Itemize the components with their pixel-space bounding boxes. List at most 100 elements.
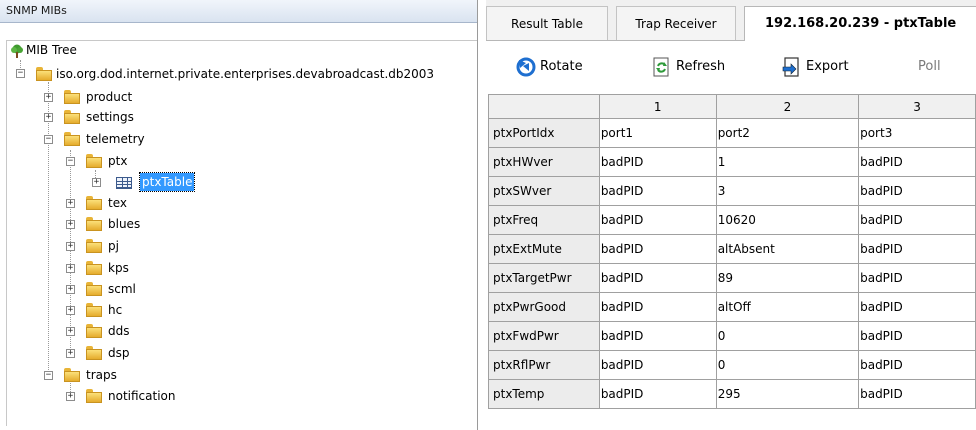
tree-node-dsp[interactable]: + dsp bbox=[0, 344, 300, 362]
table-cell[interactable]: 3 bbox=[715, 176, 860, 206]
tree-node-kps[interactable]: + kps bbox=[0, 259, 300, 277]
column-header[interactable]: 1 bbox=[598, 94, 717, 119]
table-cell[interactable]: badPID bbox=[598, 350, 717, 380]
table-cell[interactable]: badPID bbox=[858, 234, 976, 264]
export-button[interactable]: Export bbox=[782, 55, 872, 79]
row-header[interactable]: ptxPortIdx bbox=[488, 118, 600, 148]
tree-node-scml[interactable]: + scml bbox=[0, 280, 300, 298]
table-cell[interactable]: badPID bbox=[598, 263, 717, 293]
folder-icon bbox=[64, 110, 80, 124]
table-cell[interactable]: badPID bbox=[858, 176, 976, 206]
folder-icon bbox=[86, 282, 102, 296]
tree-node-blues[interactable]: + blues bbox=[0, 215, 300, 233]
table-row[interactable]: ptxFreq badPID 10620 badPID bbox=[488, 205, 976, 235]
folder-icon bbox=[64, 90, 80, 104]
rotate-button[interactable]: Rotate bbox=[516, 55, 606, 79]
table-row[interactable]: ptxFwdPwr badPID 0 badPID bbox=[488, 321, 976, 351]
tree-node-hc[interactable]: + hc bbox=[0, 301, 300, 319]
expand-icon[interactable]: + bbox=[66, 264, 75, 273]
tree-node-telemetry[interactable]: − telemetry bbox=[0, 130, 300, 148]
column-header[interactable]: 3 bbox=[858, 94, 976, 119]
expand-icon[interactable]: + bbox=[44, 93, 53, 102]
refresh-button[interactable]: Refresh bbox=[652, 55, 742, 79]
tree-node-traps[interactable]: − traps bbox=[0, 366, 300, 384]
table-row[interactable]: ptxSWver badPID 3 badPID bbox=[488, 176, 976, 206]
expand-icon[interactable]: + bbox=[66, 392, 75, 401]
expand-icon[interactable]: + bbox=[66, 327, 75, 336]
tab-result-table[interactable]: Result Table bbox=[486, 6, 608, 40]
tree-node-ptx[interactable]: − ptx bbox=[0, 152, 300, 170]
collapse-icon[interactable]: − bbox=[44, 135, 53, 144]
tab-trap-receiver[interactable]: Trap Receiver bbox=[616, 6, 736, 40]
table-cell[interactable]: badPID bbox=[858, 292, 976, 322]
collapse-icon[interactable]: − bbox=[66, 157, 75, 166]
tree-node-settings[interactable]: + settings bbox=[0, 108, 300, 126]
table-cell[interactable]: badPID bbox=[598, 205, 717, 235]
table-cell[interactable]: badPID bbox=[598, 292, 717, 322]
table-row[interactable]: ptxPortIdx port1 port2 port3 bbox=[488, 118, 976, 148]
tab-ptxtable-result[interactable]: 192.168.20.239 - ptxTable bbox=[744, 6, 976, 41]
row-header[interactable]: ptxPwrGood bbox=[488, 292, 600, 322]
table-cell[interactable]: badPID bbox=[858, 379, 976, 409]
tree-node-dds[interactable]: + dds bbox=[0, 322, 300, 340]
row-header[interactable]: ptxSWver bbox=[488, 176, 600, 206]
table-cell[interactable]: 10620 bbox=[715, 205, 860, 235]
row-header[interactable]: ptxRflPwr bbox=[488, 350, 600, 380]
table-cell[interactable]: badPID bbox=[598, 234, 717, 264]
expand-icon[interactable]: + bbox=[92, 178, 101, 187]
table-cell[interactable]: 0 bbox=[715, 321, 860, 351]
expand-icon[interactable]: + bbox=[66, 199, 75, 208]
table-row[interactable]: ptxTargetPwr badPID 89 badPID bbox=[488, 263, 976, 293]
table-cell[interactable]: badPID bbox=[598, 321, 717, 351]
table-cell[interactable]: altOff bbox=[715, 292, 860, 322]
table-cell[interactable]: 295 bbox=[715, 379, 860, 409]
expand-icon[interactable]: + bbox=[44, 113, 53, 122]
table-cell[interactable]: badPID bbox=[858, 350, 976, 380]
table-row[interactable]: ptxExtMute badPID altAbsent badPID bbox=[488, 234, 976, 264]
table-cell[interactable]: port2 bbox=[715, 118, 860, 148]
poll-button[interactable]: Poll bbox=[918, 55, 958, 79]
table-row[interactable]: ptxRflPwr badPID 0 badPID bbox=[488, 350, 976, 380]
row-header[interactable]: ptxFreq bbox=[488, 205, 600, 235]
table-cell[interactable]: badPID bbox=[598, 147, 717, 177]
table-cell[interactable]: badPID bbox=[598, 176, 717, 206]
table-row[interactable]: ptxHWver badPID 1 badPID bbox=[488, 147, 976, 177]
tree-node-label: blues bbox=[108, 217, 141, 231]
table-cell[interactable]: port1 bbox=[598, 118, 717, 148]
table-cell[interactable]: badPID bbox=[858, 263, 976, 293]
tree-node-product[interactable]: + product bbox=[0, 88, 300, 106]
expand-icon[interactable]: + bbox=[66, 285, 75, 294]
row-header[interactable]: ptxExtMute bbox=[488, 234, 600, 264]
table-cell[interactable]: badPID bbox=[858, 321, 976, 351]
column-header[interactable]: 2 bbox=[715, 94, 860, 119]
tree-root-label[interactable]: MIB Tree bbox=[26, 42, 77, 58]
table-row[interactable]: ptxTemp badPID 295 badPID bbox=[488, 379, 976, 409]
expand-icon[interactable]: + bbox=[66, 349, 75, 358]
table-cell[interactable]: 0 bbox=[715, 350, 860, 380]
row-header[interactable]: ptxTemp bbox=[488, 379, 600, 409]
row-header[interactable]: ptxFwdPwr bbox=[488, 321, 600, 351]
table-cell[interactable]: badPID bbox=[858, 205, 976, 235]
row-header[interactable]: ptxTargetPwr bbox=[488, 263, 600, 293]
tree-node-pj[interactable]: + pj bbox=[0, 237, 300, 255]
tree-node-ptxtable[interactable]: + ptxTable bbox=[0, 172, 300, 192]
table-cell[interactable]: altAbsent bbox=[715, 234, 860, 264]
tree-node-tex[interactable]: + tex bbox=[0, 194, 300, 212]
table-cell[interactable]: badPID bbox=[598, 379, 717, 409]
table-cell[interactable]: 1 bbox=[715, 147, 860, 177]
expand-icon[interactable]: + bbox=[66, 306, 75, 315]
table-cell[interactable]: badPID bbox=[858, 147, 976, 177]
tree-node-enterprise[interactable]: − iso.org.dod.internet.private.enterpris… bbox=[0, 65, 478, 83]
collapse-icon[interactable]: − bbox=[16, 69, 25, 78]
refresh-label: Refresh bbox=[676, 59, 726, 74]
row-header[interactable]: ptxHWver bbox=[488, 147, 600, 177]
table-cell[interactable]: 89 bbox=[715, 263, 860, 293]
table-row[interactable]: ptxPwrGood badPID altOff badPID bbox=[488, 292, 976, 322]
tree-node-label: ptx bbox=[108, 154, 128, 168]
expand-icon[interactable]: + bbox=[66, 242, 75, 251]
expand-icon[interactable]: + bbox=[66, 220, 75, 229]
tree-node-notification[interactable]: + notification bbox=[0, 387, 300, 405]
collapse-icon[interactable]: − bbox=[44, 371, 53, 380]
result-grid[interactable]: 1 2 3 ptxPortIdx port1 port2 port3 ptxHWver b… bbox=[488, 94, 976, 430]
table-cell[interactable]: port3 bbox=[858, 118, 976, 148]
